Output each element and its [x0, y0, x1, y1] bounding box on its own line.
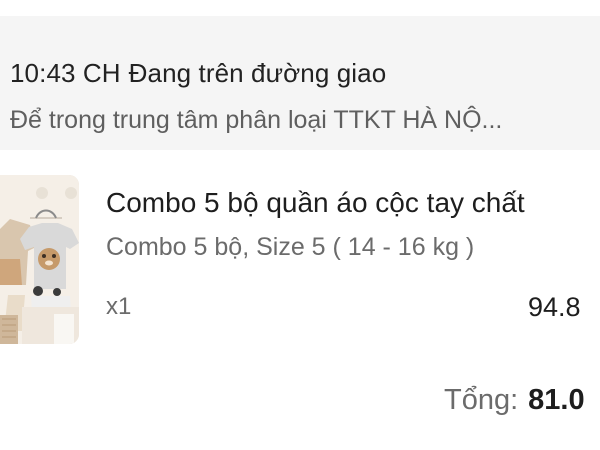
product-variant: Combo 5 bộ, Size 5 ( 14 - 16 kg ) [106, 233, 475, 261]
shipping-status-line: 10:43 CH Đang trên đường giao [10, 58, 386, 88]
total-label: Tổng: [444, 384, 519, 416]
order-product-item[interactable]: Combo 5 bộ quần áo cộc tay chất Combo 5 … [0, 175, 600, 345]
clothing-product-image [0, 175, 79, 344]
product-title: Combo 5 bộ quần áo cộc tay chất [106, 187, 525, 218]
status-text: Đang trên đường giao [128, 58, 387, 88]
product-price: 94.8 [528, 292, 581, 322]
shipping-status-card[interactable]: 10:43 CH Đang trên đường giao Để trong tr… [0, 16, 600, 150]
total-value: 81.0 [528, 384, 585, 416]
order-detail-page: 10:43 CH Đang trên đường giao Để trong tr… [0, 0, 600, 450]
status-time: 10:43 CH [10, 58, 121, 88]
product-thumbnail[interactable] [0, 175, 79, 344]
product-quantity: x1 [106, 293, 132, 320]
order-total: Tổng: 81.0 [444, 380, 600, 420]
shipping-location-text: Để trong trung tâm phân loại TTKT HÀ NỘ.… [10, 106, 503, 134]
